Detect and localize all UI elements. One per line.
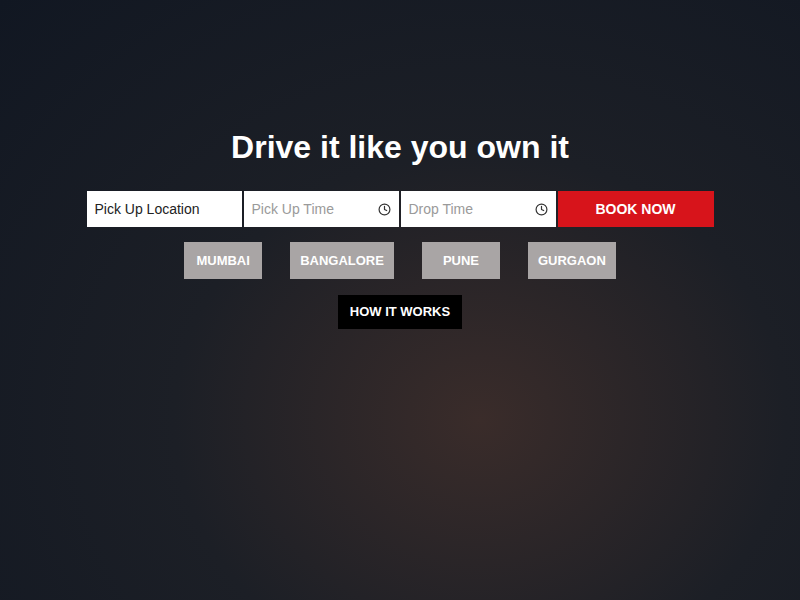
city-list: MUMBAI BANGALORE PUNE GURGAON	[184, 242, 616, 279]
city-button[interactable]: GURGAON	[528, 242, 616, 279]
hero-heading: Drive it like you own it	[231, 127, 569, 167]
city-button[interactable]: MUMBAI	[184, 242, 262, 279]
time-input[interactable]	[409, 199, 531, 220]
city-button[interactable]: PUNE	[422, 242, 500, 279]
time-field[interactable]	[401, 191, 556, 227]
clock-icon	[535, 203, 548, 216]
time-field[interactable]	[244, 191, 399, 227]
time-input[interactable]	[252, 199, 374, 220]
landing-page: Drive it like you own it BOOK NOW MUMBAI BA…	[0, 0, 800, 600]
location-input[interactable]	[95, 199, 234, 220]
book-now-button[interactable]: BOOK NOW	[558, 191, 714, 227]
location-field[interactable]	[87, 191, 242, 227]
how-it-works-button[interactable]: HOW IT WORKS	[338, 295, 462, 329]
clock-icon	[378, 203, 391, 216]
booking-form: BOOK NOW	[87, 191, 714, 227]
city-button[interactable]: BANGALORE	[290, 242, 394, 279]
